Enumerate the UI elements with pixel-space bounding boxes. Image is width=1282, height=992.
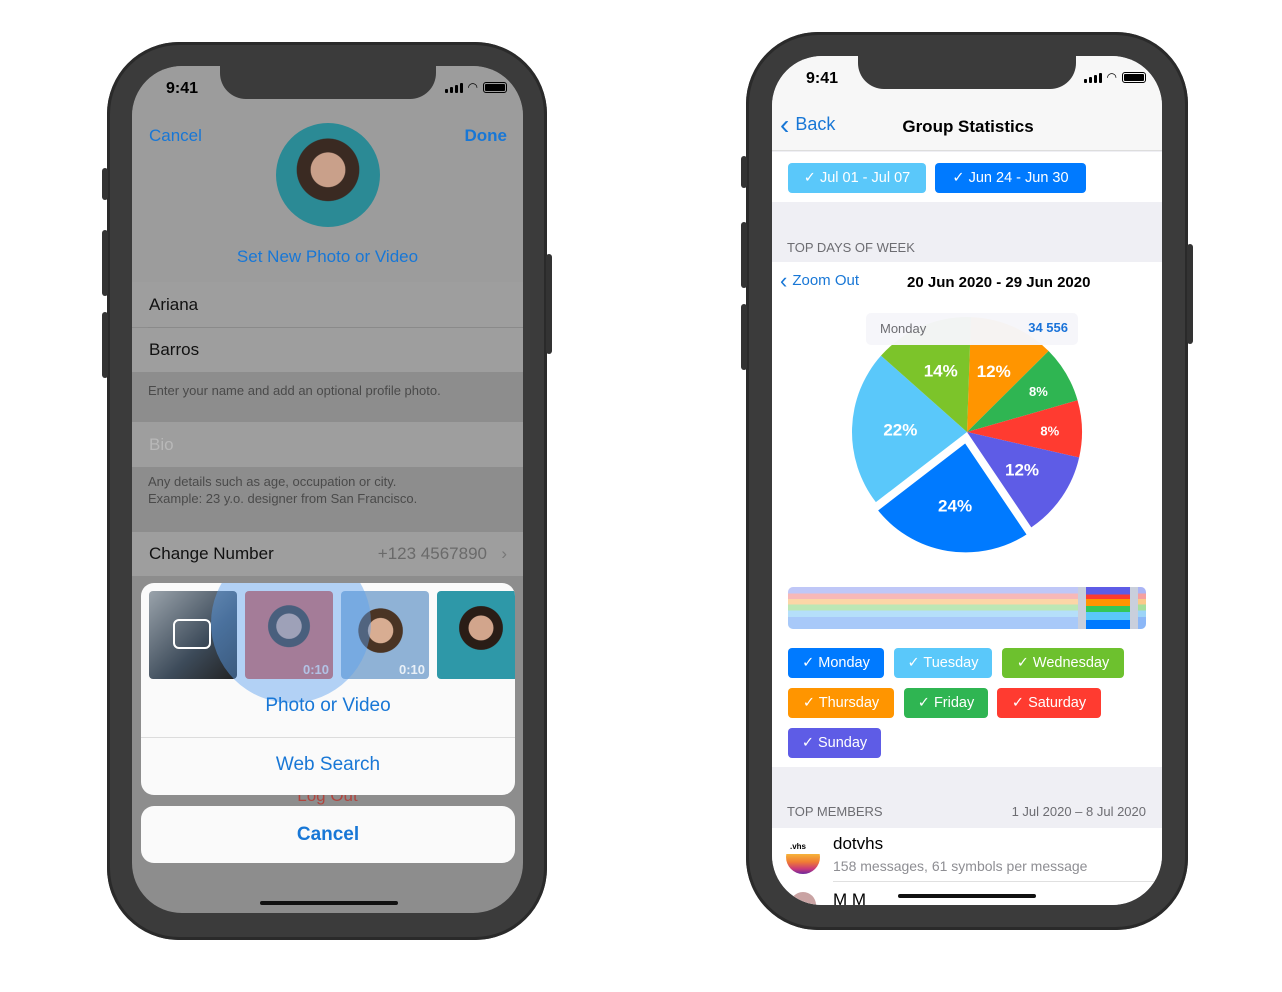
web-search-button[interactable]: Web Search xyxy=(141,754,515,776)
pie-label-monday: 24% xyxy=(938,497,972,516)
status-time: 9:41 xyxy=(166,80,199,97)
status-icons: ◠ xyxy=(1083,70,1146,84)
period-chip-jul[interactable]: ✓ Jul 01 - Jul 07 xyxy=(788,163,926,193)
video-duration: 0:10 xyxy=(398,662,425,677)
change-number-label: Change Number xyxy=(149,544,274,563)
member-avatar: .vhs xyxy=(786,840,820,874)
page-title: Group Statistics xyxy=(902,117,1034,136)
day-chip-sunday[interactable]: ✓ Sunday xyxy=(788,728,881,758)
status-time: 9:41 xyxy=(806,70,839,87)
touch-indicator xyxy=(211,583,371,703)
phone-number-value: +123 4567890 xyxy=(377,544,487,563)
action-sheet: 0:10 0:10 Photo or Video Web Search xyxy=(141,583,515,795)
camera-icon xyxy=(173,619,211,649)
pie-label-sunday: 12% xyxy=(1005,461,1039,480)
pie-label-friday: 8% xyxy=(1029,384,1048,399)
member-detail: 158 messages, 61 symbols per message xyxy=(833,858,1088,874)
mute-switch xyxy=(102,168,108,200)
name-note: Enter your name and add an optional prof… xyxy=(148,383,441,398)
home-indicator[interactable] xyxy=(260,901,398,905)
volume-down-button xyxy=(741,304,747,370)
tooltip-label: Monday xyxy=(880,321,927,336)
day-chip-thursday[interactable]: ✓ Thursday xyxy=(788,688,894,718)
chevron-left-icon: ‹ xyxy=(780,267,788,293)
mute-switch xyxy=(741,156,747,188)
chart-tooltip: Monday 34 556 xyxy=(866,313,1078,345)
pie-label-saturday: 8% xyxy=(1040,424,1059,439)
home-indicator[interactable] xyxy=(898,894,1036,898)
tooltip-value: 34 556 xyxy=(1028,320,1068,335)
change-number-row[interactable]: Change Number +123 4567890 › xyxy=(132,532,523,576)
signal-icon xyxy=(444,83,463,93)
member-name: dotvhs xyxy=(833,834,884,853)
range-window[interactable] xyxy=(1078,587,1138,629)
zoom-out-label: Zoom Out xyxy=(792,272,860,289)
volume-up-button xyxy=(741,222,747,288)
members-range: 1 Jul 2020 – 8 Jul 2020 xyxy=(1011,804,1146,819)
signal-icon xyxy=(1083,73,1102,83)
member-row[interactable]: .vhs dotvhs 158 messages, 61 symbols per… xyxy=(772,828,1162,882)
left-screen: 9:41 ◠ Cancel Done Set New Photo or Vide… xyxy=(132,66,523,913)
volume-up-button xyxy=(102,230,108,296)
day-chip-monday[interactable]: ✓ Monday xyxy=(788,648,884,678)
gallery-thumbnail[interactable] xyxy=(437,591,515,679)
profile-avatar[interactable] xyxy=(276,123,380,227)
set-new-photo-link[interactable]: Set New Photo or Video xyxy=(132,247,523,267)
members-title: TOP MEMBERS xyxy=(787,804,883,819)
bio-note-line1: Any details such as age, occupation or c… xyxy=(148,474,397,489)
right-screen: 9:41 ◠ ‹ Back Group Statistics ✓ Jul 01 … xyxy=(772,56,1162,905)
date-range: 20 Jun 2020 - 29 Jun 2020 xyxy=(907,274,1091,291)
zoom-out-button[interactable]: ‹ Zoom Out xyxy=(780,267,860,293)
period-chip-jun[interactable]: ✓ Jun 24 - Jun 30 xyxy=(935,163,1086,193)
cancel-label: Cancel xyxy=(296,823,360,845)
photo-or-video-button[interactable]: Photo or Video xyxy=(141,695,515,717)
power-button xyxy=(1187,244,1193,344)
cancel-button[interactable]: Cancel xyxy=(149,126,202,146)
member-avatar xyxy=(790,892,816,905)
wifi-icon: ◠ xyxy=(467,80,478,94)
pie-label-wednesday: 14% xyxy=(924,362,958,381)
pie-label-tuesday: 22% xyxy=(883,421,917,440)
pie-chart: 12% 8% 8% 12% 24% 22% 14% xyxy=(852,317,1082,558)
day-chip-saturday[interactable]: ✓ Saturday xyxy=(997,688,1101,718)
last-name-value: Barros xyxy=(149,340,200,359)
last-name-field[interactable]: Barros xyxy=(132,328,523,372)
volume-down-button xyxy=(102,312,108,378)
bio-placeholder: Bio xyxy=(149,434,174,454)
power-button xyxy=(546,254,552,354)
bio-note-line2: Example: 23 y.o. designer from San Franc… xyxy=(148,491,418,506)
battery-icon xyxy=(483,82,507,93)
status-icons: ◠ xyxy=(444,80,507,94)
member-name: M M xyxy=(833,890,867,905)
day-chip-tuesday[interactable]: ✓ Tuesday xyxy=(894,648,992,678)
chevron-right-icon: › xyxy=(501,544,507,563)
first-name-value: Ariana xyxy=(149,294,199,314)
first-name-field[interactable]: Ariana xyxy=(132,282,523,327)
bio-field[interactable]: Bio xyxy=(132,422,523,467)
action-sheet-cancel-button[interactable]: Cancel xyxy=(141,806,515,863)
done-button[interactable]: Done xyxy=(465,126,508,146)
battery-icon xyxy=(1122,72,1146,83)
day-chip-wednesday[interactable]: ✓ Wednesday xyxy=(1002,648,1124,678)
range-slider[interactable] xyxy=(788,587,1146,629)
pie-label-thursday: 12% xyxy=(977,362,1011,381)
section-title: TOP DAYS OF WEEK xyxy=(787,240,915,255)
wifi-icon: ◠ xyxy=(1106,70,1117,84)
day-chip-friday[interactable]: ✓ Friday xyxy=(904,688,988,718)
